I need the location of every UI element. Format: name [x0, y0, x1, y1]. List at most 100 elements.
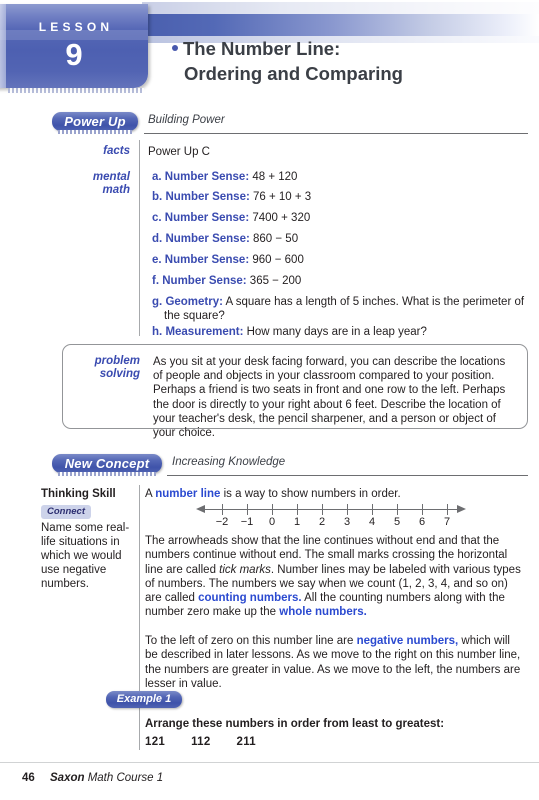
mm-item-topic: Number Sense:	[164, 212, 250, 224]
header-stripe-main	[142, 14, 539, 36]
mm-item-letter: e.	[152, 254, 162, 266]
number-line-label: −1	[240, 516, 254, 528]
intro-pre: A	[145, 488, 156, 500]
mm-item-letter: a.	[152, 171, 162, 183]
mm-item-topic: Number Sense:	[164, 171, 250, 183]
number-line-label: 0	[268, 516, 276, 528]
number-line-tick	[322, 504, 323, 515]
example-number: 121	[145, 736, 166, 748]
thinking-skill-text: Name some real-life situations in which …	[41, 522, 130, 590]
power-up-divider-line	[139, 140, 140, 336]
mm-item-letter: c.	[152, 212, 162, 224]
example-1-prompt: Arrange these numbers in order from leas…	[145, 718, 445, 730]
book-title-footer: Saxon Math Course 1	[50, 772, 163, 784]
thinking-skill-badge: Connect	[41, 505, 91, 519]
mm-item-topic: Number Sense:	[164, 254, 250, 266]
arrow-right-icon	[457, 505, 466, 513]
number-line-label: 7	[443, 516, 451, 528]
thinking-skill-title: Thinking Skill	[41, 488, 116, 500]
new-concept-section-pill: New Concept	[52, 454, 162, 473]
new-concept-subtitle: Increasing Knowledge	[172, 456, 286, 468]
facts-value: Power Up C	[148, 146, 210, 158]
mental-math-item-h: h. Measurement: How many days are in a l…	[152, 325, 427, 339]
number-line-label: 1	[293, 516, 301, 528]
lesson-header-banner: LESSON 9 The Number Line: Ordering and C…	[0, 0, 539, 100]
mm-item-problem: 48 + 120	[252, 171, 298, 183]
p1-italic-tick-marks: tick marks	[219, 563, 271, 576]
book-title-bold: Saxon	[50, 772, 85, 784]
problem-solving-label-line2: solving	[99, 368, 140, 380]
mm-item-problem: 7400 + 320	[252, 212, 311, 224]
number-line-tick	[447, 504, 448, 515]
page-number: 46	[22, 772, 35, 784]
number-line-diagram: −2 −1 0 1 2 3 4 5 6 7	[196, 500, 466, 530]
mental-math-item-b: b. Number Sense: 76 + 10 + 3	[152, 190, 311, 204]
mm-item-problem: 960 − 600	[252, 254, 304, 266]
number-line-axis	[204, 509, 458, 510]
number-line-tick	[222, 504, 223, 515]
p2-part-a: To the left of zero on this number line …	[145, 635, 357, 647]
mm-item-letter: g.	[152, 296, 163, 308]
example-1-numbers: 121 112 211	[145, 736, 445, 748]
example-number: 211	[236, 736, 256, 748]
mental-math-item-a: a. Number Sense: 48 + 120	[152, 170, 297, 184]
example-1-pill: Example 1	[106, 691, 182, 708]
mm-item-problem: 76 + 10 + 3	[253, 191, 312, 203]
number-line-label: 2	[318, 516, 326, 528]
mm-item-topic: Geometry:	[165, 296, 223, 308]
p1-keyword-whole-numbers: whole numbers.	[279, 606, 367, 619]
example-number: 112	[191, 736, 211, 748]
mm-item-letter: b.	[152, 191, 163, 203]
title-bullet-icon	[172, 45, 178, 51]
number-line-tick	[422, 504, 423, 515]
number-line-label: 6	[418, 516, 426, 528]
problem-solving-label-line1: problem	[94, 355, 140, 367]
number-line-tick	[272, 504, 273, 515]
facts-label: facts	[103, 145, 130, 157]
number-line-label: 5	[393, 516, 401, 528]
problem-solving-label: problem solving	[62, 355, 140, 381]
footer-divider	[0, 762, 539, 763]
problem-solving-text: As you sit at your desk facing forward, …	[153, 356, 506, 440]
page-title: The Number Line: Ordering and Comparing	[172, 36, 522, 86]
mm-item-problem: 365 − 200	[249, 275, 302, 287]
book-title-rest: Math Course 1	[84, 772, 164, 784]
arrow-left-icon	[196, 505, 205, 513]
lesson-number-value: 9	[65, 37, 83, 72]
intro-post: is a way to show numbers in order.	[220, 488, 401, 500]
mental-math-label-line2: math	[102, 184, 130, 196]
p1-keyword-counting-numbers: counting numbers.	[198, 592, 302, 605]
number-line-tick	[297, 504, 298, 515]
mm-item-problem: 860 − 50	[253, 233, 299, 245]
intro-keyword-number-line: number line	[155, 488, 221, 500]
number-line-tick	[372, 504, 373, 515]
mm-item-letter: d.	[152, 233, 163, 245]
number-line-tick	[397, 504, 398, 515]
power-up-rule	[144, 133, 528, 134]
mm-item-letter: h.	[152, 326, 163, 338]
mm-item-topic: Number Sense:	[165, 191, 250, 203]
lesson-tab-dotted-edge	[8, 88, 144, 93]
mm-item-topic: Number Sense:	[165, 233, 250, 245]
mental-math-item-d: d. Number Sense: 860 − 50	[152, 232, 298, 246]
p2-keyword-negative-numbers: negative numbers,	[356, 635, 459, 647]
header-stripe-top	[142, 2, 539, 14]
new-concept-pill-dots	[58, 472, 156, 476]
mm-item-letter: f.	[152, 275, 160, 287]
mental-math-item-f: f. Number Sense: 365 − 200	[152, 274, 301, 288]
lesson-word-label: LESSON	[38, 20, 114, 34]
number-line-label: 3	[343, 516, 351, 528]
power-up-pill-dots	[58, 130, 132, 134]
mm-item-topic: Measurement:	[165, 326, 244, 338]
mental-math-label: mental math	[62, 171, 130, 197]
page-title-line1: The Number Line:	[183, 38, 341, 59]
number-line-tick	[247, 504, 248, 515]
mm-item-problem: How many days are in a leap year?	[246, 326, 427, 338]
new-concept-rule	[167, 475, 528, 476]
mental-math-item-g: g. Geometry: A square has a length of 5 …	[152, 295, 530, 323]
mental-math-item-c: c. Number Sense: 7400 + 320	[152, 211, 310, 225]
number-line-label: 4	[368, 516, 376, 528]
mental-math-item-e: e. Number Sense: 960 − 600	[152, 253, 304, 267]
concept-paragraph-1: The arrowheads show that the line contin…	[145, 534, 521, 620]
number-line-tick	[347, 504, 348, 515]
